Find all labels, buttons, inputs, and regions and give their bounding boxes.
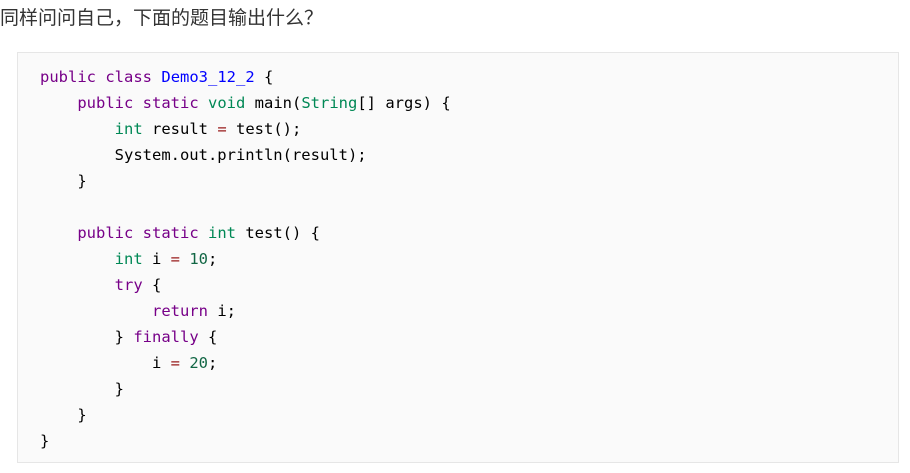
code-line: System.out.println(result); (40, 142, 451, 168)
code-token: String (301, 94, 358, 112)
code-token: = (170, 250, 180, 268)
code-token: = (217, 120, 227, 138)
code-line: i = 20; (40, 350, 451, 376)
code-token: result (142, 120, 218, 138)
code-token: i; (207, 302, 236, 320)
code-token: 20 (189, 354, 209, 372)
code-token: int (114, 120, 143, 138)
question-text: 同样问问自己，下面的题目输出什么？ (0, 7, 324, 29)
code-token: { (198, 328, 218, 346)
code-token: i (142, 250, 171, 268)
code-line: public static void main(String[] args) { (40, 90, 451, 116)
code-line: int result = test(); (40, 116, 451, 142)
code-token: System.out.println(result); (40, 146, 367, 164)
code-line: public class Demo3_12_2 { (40, 64, 451, 90)
code-line: } (40, 428, 451, 454)
code-line: return i; (40, 298, 451, 324)
code-content[interactable]: public class Demo3_12_2 { public static … (40, 64, 451, 454)
code-token: try (114, 276, 143, 294)
code-token: static (142, 94, 199, 112)
code-token: class (105, 68, 153, 86)
code-line: int i = 10; (40, 246, 451, 272)
code-token: test(); (226, 120, 302, 138)
code-line: } finally { (40, 324, 451, 350)
code-token: public (77, 224, 134, 242)
code-token: finally (133, 328, 199, 346)
code-token: ; (208, 354, 218, 372)
code-token: } (40, 406, 87, 424)
code-token: { (254, 68, 274, 86)
code-token: } (40, 328, 134, 346)
code-token: return (151, 302, 208, 320)
code-token: 10 (189, 250, 209, 268)
code-line: } (40, 402, 451, 428)
code-token: static (142, 224, 199, 242)
code-token: i (40, 354, 171, 372)
code-token: { (142, 276, 162, 294)
code-line: } (40, 376, 451, 402)
code-token: ; (208, 250, 218, 268)
code-token: } (40, 380, 124, 398)
code-block[interactable]: public class Demo3_12_2 { public static … (17, 52, 899, 463)
code-token: } (40, 172, 87, 190)
code-token: public (77, 94, 134, 112)
code-token: [] args) { (357, 94, 451, 112)
code-token: Demo3_12_2 (161, 68, 255, 86)
code-line: try { (40, 272, 451, 298)
code-token: void (208, 94, 246, 112)
code-token: public (40, 68, 96, 86)
code-token: int (208, 224, 237, 242)
code-token: } (40, 432, 50, 450)
code-line: } (40, 168, 451, 194)
code-token: test() { (236, 224, 321, 242)
code-line: public static int test() { (40, 220, 451, 246)
code-token: = (170, 354, 180, 372)
code-token: int (114, 250, 143, 268)
code-token: main( (245, 94, 302, 112)
